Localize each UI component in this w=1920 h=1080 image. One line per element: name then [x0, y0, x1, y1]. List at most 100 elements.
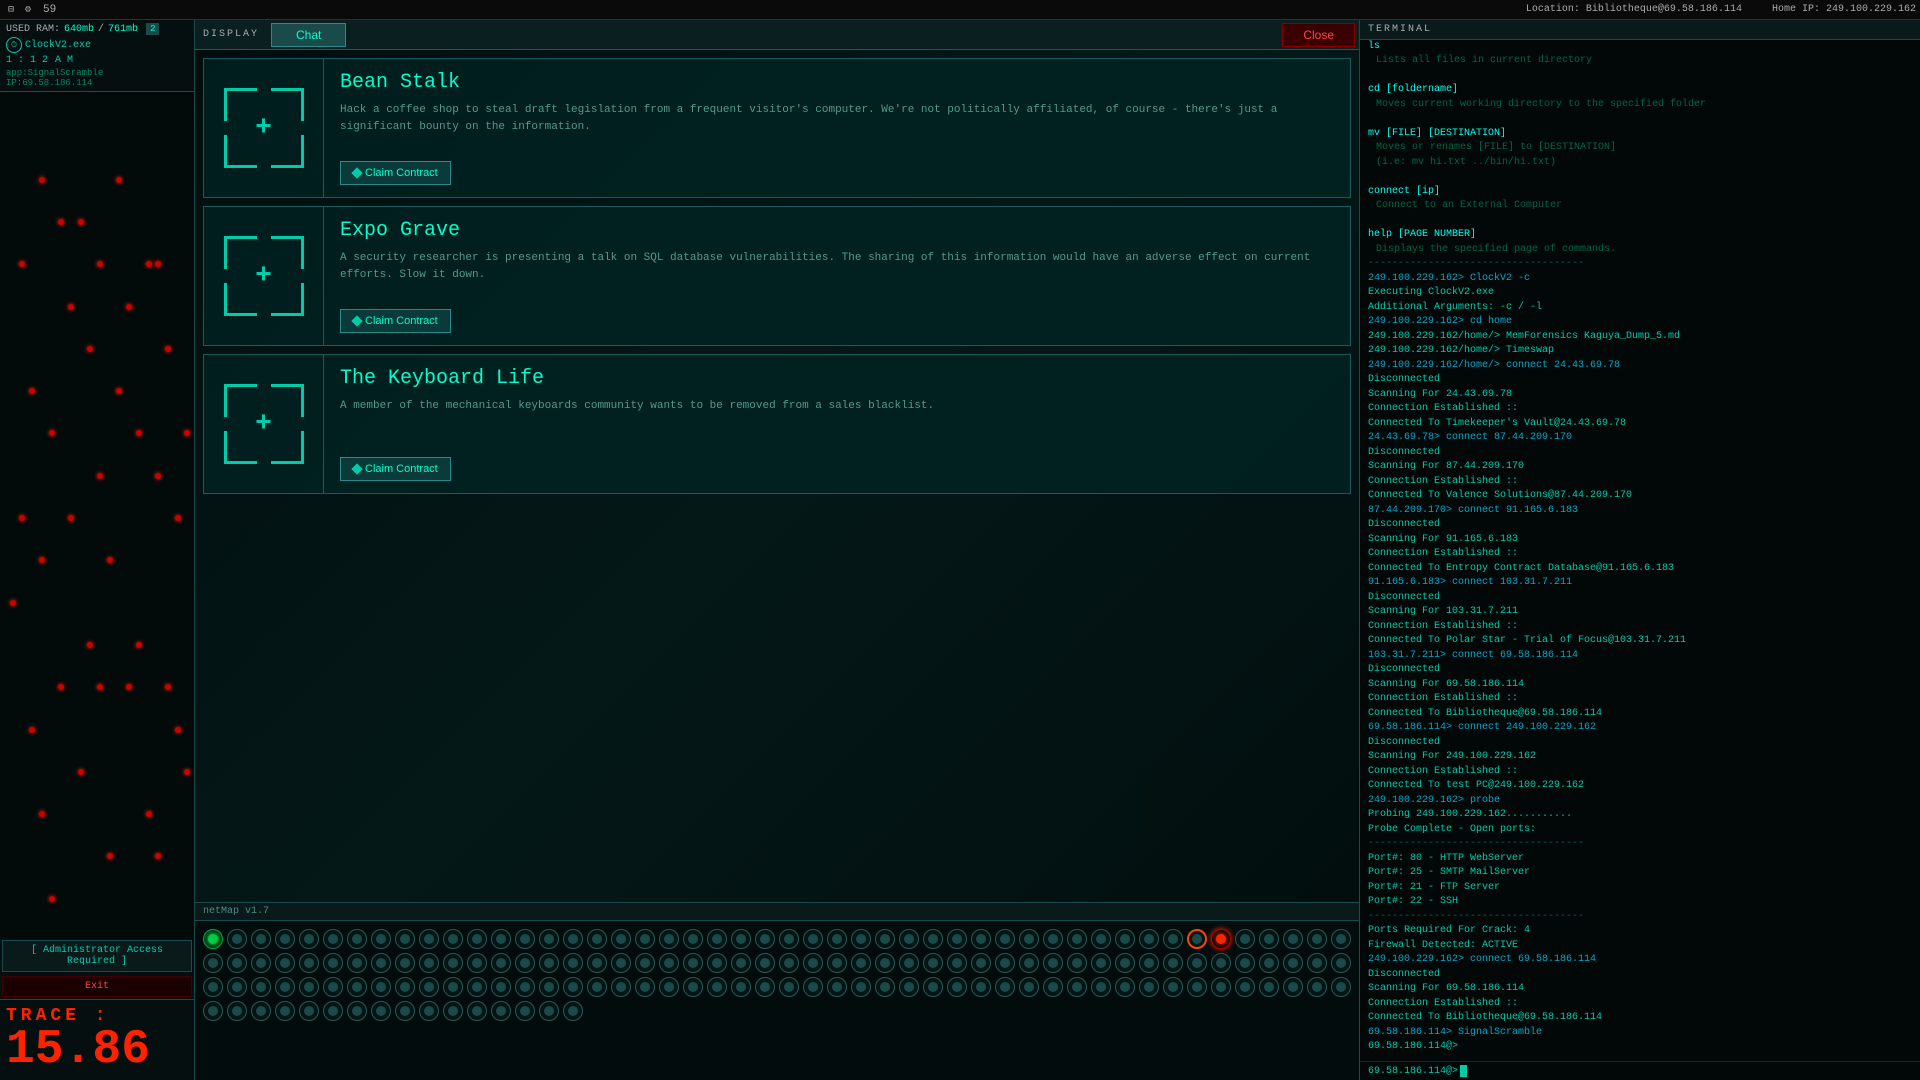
netmap-node[interactable]	[491, 929, 511, 949]
netmap-node[interactable]	[1307, 929, 1327, 949]
netmap-node[interactable]	[515, 929, 535, 949]
netmap-node[interactable]	[923, 977, 943, 997]
netmap-node[interactable]	[395, 1001, 415, 1021]
netmap-node[interactable]	[923, 953, 943, 973]
netmap-node[interactable]	[323, 977, 343, 997]
netmap-node[interactable]	[299, 977, 319, 997]
netmap-node[interactable]	[371, 929, 391, 949]
netmap-node[interactable]	[1211, 929, 1231, 949]
netmap-node[interactable]	[1019, 977, 1039, 997]
netmap-node[interactable]	[491, 953, 511, 973]
netmap-node[interactable]	[1139, 953, 1159, 973]
netmap-node[interactable]	[659, 953, 679, 973]
netmap-node[interactable]	[275, 953, 295, 973]
netmap-node[interactable]	[491, 1001, 511, 1021]
netmap-node[interactable]	[203, 977, 223, 997]
netmap-node[interactable]	[1307, 953, 1327, 973]
netmap-node[interactable]	[947, 929, 967, 949]
netmap-node[interactable]	[539, 977, 559, 997]
netmap-node[interactable]	[659, 977, 679, 997]
netmap-node[interactable]	[467, 929, 487, 949]
netmap-node[interactable]	[923, 929, 943, 949]
chat-tab[interactable]: Chat	[271, 23, 346, 47]
netmap-node[interactable]	[419, 1001, 439, 1021]
netmap-node[interactable]	[1019, 929, 1039, 949]
netmap-node[interactable]	[1091, 953, 1111, 973]
netmap-node[interactable]	[755, 977, 775, 997]
netmap-node[interactable]	[971, 977, 991, 997]
netmap-node[interactable]	[251, 953, 271, 973]
netmap-node[interactable]	[1331, 977, 1351, 997]
netmap-node[interactable]	[371, 977, 391, 997]
netmap-node[interactable]	[587, 929, 607, 949]
netmap-node[interactable]	[443, 1001, 463, 1021]
netmap-node[interactable]	[1187, 929, 1207, 949]
netmap-node[interactable]	[275, 977, 295, 997]
netmap-node[interactable]	[539, 953, 559, 973]
netmap-node[interactable]	[1283, 929, 1303, 949]
netmap-node[interactable]	[947, 953, 967, 973]
netmap-node[interactable]	[1115, 929, 1135, 949]
netmap-node[interactable]	[851, 977, 871, 997]
netmap-node[interactable]	[491, 977, 511, 997]
netmap-node[interactable]	[1091, 977, 1111, 997]
netmap-node[interactable]	[875, 977, 895, 997]
netmap-node[interactable]	[203, 929, 223, 949]
netmap-node[interactable]	[563, 977, 583, 997]
netmap-node[interactable]	[251, 1001, 271, 1021]
netmap-node[interactable]	[1259, 977, 1279, 997]
netmap-node[interactable]	[1043, 977, 1063, 997]
netmap-node[interactable]	[995, 929, 1015, 949]
netmap-node[interactable]	[251, 977, 271, 997]
netmap-node[interactable]	[395, 977, 415, 997]
netmap-node[interactable]	[1163, 953, 1183, 973]
netmap-node[interactable]	[1067, 977, 1087, 997]
netmap-node[interactable]	[1139, 929, 1159, 949]
netmap-node[interactable]	[851, 929, 871, 949]
netmap-node[interactable]	[611, 977, 631, 997]
netmap-node[interactable]	[1115, 977, 1135, 997]
netmap-node[interactable]	[1211, 953, 1231, 973]
terminal-prompt-line[interactable]: 69.58.186.114@>	[1360, 1061, 1920, 1080]
netmap-node[interactable]	[227, 929, 247, 949]
netmap-node[interactable]	[995, 977, 1015, 997]
netmap-node[interactable]	[707, 977, 727, 997]
claim-contract-button[interactable]: Claim Contract	[340, 309, 451, 333]
netmap-node[interactable]	[1331, 953, 1351, 973]
netmap-node[interactable]	[1331, 929, 1351, 949]
netmap-node[interactable]	[731, 977, 751, 997]
netmap-node[interactable]	[803, 953, 823, 973]
netmap-node[interactable]	[731, 929, 751, 949]
netmap-node[interactable]	[755, 929, 775, 949]
netmap-node[interactable]	[587, 953, 607, 973]
netmap-node[interactable]	[899, 977, 919, 997]
netmap-node[interactable]	[779, 977, 799, 997]
netmap-node[interactable]	[299, 953, 319, 973]
netmap-node[interactable]	[1091, 929, 1111, 949]
netmap-node[interactable]	[659, 929, 679, 949]
netmap-node[interactable]	[539, 1001, 559, 1021]
netmap-node[interactable]	[803, 977, 823, 997]
netmap-node[interactable]	[275, 929, 295, 949]
netmap-node[interactable]	[563, 1001, 583, 1021]
netmap-node[interactable]	[683, 977, 703, 997]
exit-button[interactable]: Exit	[2, 976, 192, 997]
netmap-node[interactable]	[515, 953, 535, 973]
netmap-node[interactable]	[323, 953, 343, 973]
netmap-node[interactable]	[731, 953, 751, 973]
netmap-node[interactable]	[1259, 929, 1279, 949]
netmap-node[interactable]	[707, 929, 727, 949]
netmap-node[interactable]	[947, 977, 967, 997]
netmap-node[interactable]	[443, 977, 463, 997]
netmap-node[interactable]	[395, 929, 415, 949]
netmap-node[interactable]	[1067, 953, 1087, 973]
netmap-node[interactable]	[827, 929, 847, 949]
netmap-node[interactable]	[1043, 953, 1063, 973]
minimize-icon[interactable]: ⊟	[4, 3, 18, 17]
netmap-node[interactable]	[203, 1001, 223, 1021]
netmap-node[interactable]	[1235, 977, 1255, 997]
netmap-node[interactable]	[827, 977, 847, 997]
netmap-node[interactable]	[443, 953, 463, 973]
netmap-node[interactable]	[1259, 953, 1279, 973]
netmap-node[interactable]	[611, 929, 631, 949]
